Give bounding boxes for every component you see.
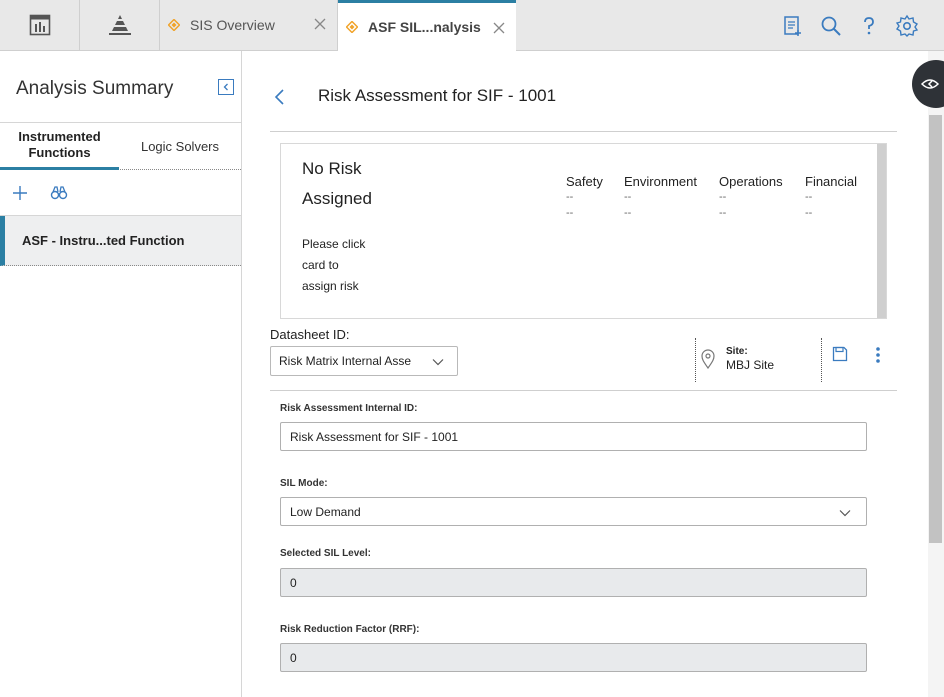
internal-id-label: Risk Assessment Internal ID: bbox=[280, 403, 418, 414]
risk-column-environment: Environment -- -- bbox=[624, 174, 697, 219]
no-risk-text: No Risk Assigned bbox=[302, 159, 372, 208]
analysis-summary-panel: Analysis Summary Instrumented Functions … bbox=[0, 51, 242, 697]
risk-column-financial: Financial -- -- bbox=[805, 174, 858, 219]
panel-title: Analysis Summary bbox=[16, 78, 174, 99]
save-icon[interactable] bbox=[832, 346, 848, 362]
risk-card[interactable]: No Risk Assigned Please click card to as… bbox=[280, 143, 887, 319]
card-scrollbar[interactable] bbox=[877, 144, 886, 318]
close-icon[interactable] bbox=[490, 19, 508, 37]
datasheet-label: Datasheet ID: bbox=[270, 327, 350, 342]
help-icon[interactable] bbox=[857, 14, 881, 38]
collapse-button[interactable] bbox=[218, 79, 234, 95]
rrf-field: 0 bbox=[280, 643, 867, 672]
datasheet-select[interactable]: Risk Matrix Internal Asse bbox=[270, 346, 458, 376]
tab-logic-solvers[interactable]: Logic Solvers bbox=[119, 123, 241, 170]
diamond-icon bbox=[346, 21, 358, 33]
divider bbox=[270, 390, 897, 391]
panel-tabs: Instrumented Functions Logic Solvers bbox=[0, 122, 241, 170]
back-icon[interactable] bbox=[272, 88, 288, 106]
assign-hint: Please click card to assign risk bbox=[302, 237, 366, 293]
diamond-icon bbox=[168, 19, 180, 31]
tab-instrumented-functions[interactable]: Instrumented Functions bbox=[0, 123, 119, 170]
search-icon[interactable] bbox=[819, 14, 843, 38]
main-content: Risk Assessment for SIF - 1001 No Risk A… bbox=[242, 51, 944, 697]
sil-mode-label: SIL Mode: bbox=[280, 478, 328, 489]
close-icon[interactable] bbox=[311, 15, 329, 33]
tab-asf-sil-analysis[interactable]: ASF SIL...nalysis bbox=[338, 0, 516, 51]
binoculars-icon[interactable] bbox=[50, 184, 68, 202]
gear-icon[interactable] bbox=[895, 14, 919, 38]
tab-sis-overview[interactable]: SIS Overview bbox=[160, 0, 338, 50]
divider bbox=[270, 131, 897, 132]
site-label: Site: bbox=[726, 346, 748, 357]
pyramid-icon bbox=[108, 15, 131, 35]
collapse-icon bbox=[223, 83, 228, 91]
pyramid-tab[interactable] bbox=[80, 0, 160, 50]
internal-id-field[interactable]: Risk Assessment for SIF - 1001 bbox=[280, 422, 867, 451]
chevron-down-icon bbox=[839, 510, 851, 517]
sil-mode-select[interactable]: Low Demand bbox=[280, 497, 867, 526]
list-item[interactable]: ASF - Instru...ted Function bbox=[0, 216, 241, 266]
tab-label: SIS Overview bbox=[190, 17, 275, 33]
more-vertical-icon[interactable] bbox=[874, 346, 882, 364]
tab-label: ASF SIL...nalysis bbox=[368, 19, 481, 35]
report-icon[interactable] bbox=[781, 14, 805, 38]
selected-sil-label: Selected SIL Level: bbox=[280, 548, 371, 559]
side-panel-icon bbox=[920, 79, 940, 89]
panel-toolbar bbox=[0, 171, 241, 216]
selected-sil-field: 0 bbox=[280, 568, 867, 597]
location-pin-icon bbox=[701, 349, 715, 369]
site-value: MBJ Site bbox=[726, 358, 775, 372]
divider bbox=[821, 338, 822, 382]
dashboard-tab[interactable] bbox=[0, 0, 80, 50]
chevron-down-icon bbox=[432, 359, 444, 366]
add-icon[interactable] bbox=[11, 184, 29, 202]
rrf-label: Risk Reduction Factor (RRF): bbox=[280, 624, 420, 635]
dashboard-icon bbox=[29, 14, 50, 36]
scrollbar-thumb[interactable] bbox=[929, 115, 942, 543]
page-title: Risk Assessment for SIF - 1001 bbox=[318, 86, 557, 105]
divider bbox=[695, 338, 696, 382]
risk-column-operations: Operations -- -- bbox=[719, 174, 783, 219]
top-tab-bar: SIS Overview ASF SIL...nalysis bbox=[0, 0, 944, 51]
risk-column-safety: Safety -- -- bbox=[566, 174, 603, 219]
